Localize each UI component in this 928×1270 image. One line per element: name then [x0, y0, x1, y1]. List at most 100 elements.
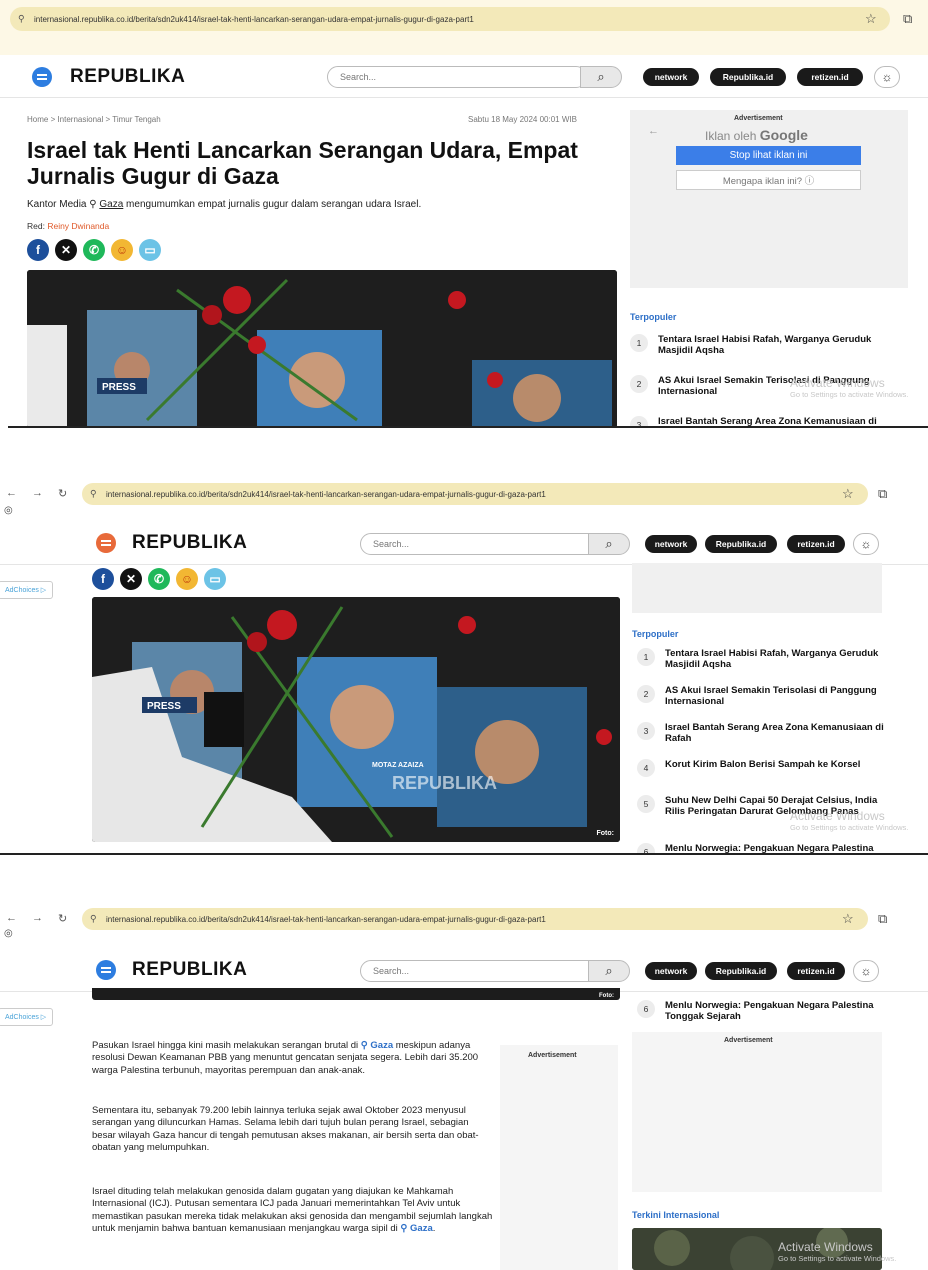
search-input[interactable]: Search...: [327, 66, 587, 88]
emoji-reaction-icon[interactable]: ☺: [176, 568, 198, 590]
address-bar[interactable]: ⚲ internasional.republika.co.id/berita/s…: [82, 908, 868, 930]
retizen-link[interactable]: retizen.id: [787, 535, 845, 553]
gaza-tag-link[interactable]: Gaza: [99, 199, 123, 210]
site-logo[interactable]: REPUBLIKA: [132, 959, 247, 981]
bookmark-star-icon[interactable]: ☆: [842, 911, 854, 927]
breadcrumb[interactable]: Home > Internasional > Timur Tengah: [27, 115, 161, 124]
back-icon[interactable]: ←: [6, 912, 17, 924]
sidebar-advertisement-box: Advertisement: [632, 1032, 882, 1192]
lead-text-end: mengumumkan empat jurnalis gugur dalam s…: [123, 199, 422, 210]
site-logo[interactable]: REPUBLIKA: [70, 66, 185, 88]
republika-id-link[interactable]: Republika.id: [705, 535, 777, 553]
retizen-link[interactable]: retizen.id: [787, 962, 845, 980]
republika-id-link[interactable]: Republika.id: [710, 68, 786, 86]
reload-icon[interactable]: ↻: [58, 912, 67, 925]
popular-title[interactable]: Israel Bantah Serang Area Zona Kemanusia…: [665, 722, 895, 744]
reload-icon[interactable]: ↻: [58, 487, 67, 500]
article-lead: Kantor Media ⚲ Gaza mengumumkan empat ju…: [27, 199, 617, 210]
paragraph-text: Pasukan Israel hingga kini masih melakuk…: [92, 1040, 361, 1051]
stop-ad-button[interactable]: Stop lihat iklan ini: [676, 146, 861, 165]
why-ad-button[interactable]: Mengapa iklan ini? ⓘ: [676, 170, 861, 190]
whatsapp-share-icon[interactable]: ✆: [148, 568, 170, 590]
theme-toggle-sun-icon[interactable]: ☼: [874, 66, 900, 88]
popular-title[interactable]: Korut Kirim Balon Berisi Sampah ke Korse…: [665, 759, 895, 770]
popular-rank: 5: [637, 795, 655, 813]
watermark-line-1: Activate Windows: [790, 809, 885, 823]
x-share-icon[interactable]: ✕: [55, 239, 77, 261]
whatsapp-share-icon[interactable]: ✆: [83, 239, 105, 261]
screenshot-panel-1: ⚲ internasional.republika.co.id/berita/s…: [0, 0, 928, 428]
popular-rank: 3: [637, 722, 655, 740]
search-button[interactable]: ⌕: [580, 66, 622, 88]
retizen-link[interactable]: retizen.id: [797, 68, 863, 86]
article-title: Israel tak Henti Lancarkan Serangan Udar…: [27, 137, 578, 189]
menu-icon[interactable]: [32, 67, 52, 87]
emoji-reaction-icon[interactable]: ☺: [111, 239, 133, 261]
google-ad-attribution: Iklan oleh Google: [705, 127, 808, 143]
paragraph-text: .: [432, 1223, 436, 1235]
inline-advertisement-box: Advertisement: [500, 1045, 618, 1270]
article-photo: PRESS: [27, 270, 617, 428]
bookmark-star-icon[interactable]: ☆: [865, 11, 877, 27]
search-button[interactable]: ⌕: [588, 960, 630, 982]
search-input[interactable]: Search...: [360, 533, 600, 555]
site-logo[interactable]: REPUBLIKA: [132, 532, 247, 554]
popular-title[interactable]: Tentara Israel Habisi Rafah, Warganya Ge…: [665, 648, 895, 670]
extensions-icon[interactable]: ⧉: [878, 486, 887, 502]
x-share-icon[interactable]: ✕: [120, 568, 142, 590]
article-paragraph: Sementara itu, sebanyak 79.200 lebih lai…: [92, 1105, 494, 1155]
comment-icon[interactable]: ▭: [204, 568, 226, 590]
comment-icon[interactable]: ▭: [139, 239, 161, 261]
site-settings-icon[interactable]: ⚲: [18, 14, 25, 25]
profile-icon[interactable]: ◎: [4, 928, 13, 939]
gaza-tag-link[interactable]: Gaza: [410, 1223, 433, 1234]
author-link[interactable]: Reiny Dwinanda: [47, 221, 109, 231]
advertisement-label: Advertisement: [724, 1037, 773, 1044]
article-paragraph: Israel dituding telah melakukan genosida…: [92, 1186, 494, 1236]
network-link[interactable]: network: [645, 962, 697, 980]
address-bar[interactable]: ⚲ internasional.republika.co.id/berita/s…: [82, 483, 868, 505]
gaza-tag-link[interactable]: Gaza: [370, 1040, 393, 1051]
adchoices-badge[interactable]: AdChoices ▷: [0, 1008, 54, 1026]
site-settings-icon[interactable]: ⚲: [90, 489, 97, 500]
theme-toggle-sun-icon[interactable]: ☼: [853, 533, 879, 555]
adchoices-badge[interactable]: AdChoices ▷: [0, 581, 54, 599]
facebook-share-icon[interactable]: f: [27, 239, 49, 261]
article-photo: PRESS REPUBLIKA MOTAZ AZAIZA Foto:: [92, 597, 620, 842]
menu-icon[interactable]: [96, 960, 116, 980]
back-icon[interactable]: ←: [6, 487, 17, 499]
search-icon: ⌕: [605, 963, 613, 978]
photo-illustration: PRESS: [27, 270, 617, 428]
google-brand: Google: [759, 127, 808, 143]
extensions-icon[interactable]: ⧉: [878, 911, 887, 927]
photo-illustration: PRESS REPUBLIKA MOTAZ AZAIZA: [92, 597, 620, 842]
menu-icon[interactable]: [96, 533, 116, 553]
screenshot-panel-2: ← → ↻ ⚲ internasional.republika.co.id/be…: [0, 475, 928, 855]
profile-icon[interactable]: ◎: [4, 505, 13, 516]
terkini-heading: Terkini Internasional: [632, 1210, 720, 1220]
popular-rank: 1: [637, 648, 655, 666]
publish-date: Sabtu 18 May 2024 00:01 WIB: [468, 115, 577, 124]
photo-credit: Foto:: [599, 993, 614, 999]
extensions-icon[interactable]: ⧉: [903, 11, 912, 27]
back-arrow-icon[interactable]: ←: [648, 125, 659, 137]
popular-title[interactable]: AS Akui Israel Semakin Terisolasi di Pan…: [665, 685, 895, 707]
address-bar-url: internasional.republika.co.id/berita/sdn…: [34, 14, 474, 24]
bookmark-star-icon[interactable]: ☆: [842, 486, 854, 502]
article-paragraph: Pasukan Israel hingga kini masih melakuk…: [92, 1040, 494, 1077]
forward-icon[interactable]: →: [32, 912, 43, 924]
facebook-share-icon[interactable]: f: [92, 568, 114, 590]
site-settings-icon[interactable]: ⚲: [90, 914, 97, 925]
search-icon: ⌕: [605, 536, 613, 551]
search-button[interactable]: ⌕: [588, 533, 630, 555]
popular-title[interactable]: Menlu Norwegia: Pengakuan Negara Palesti…: [665, 1000, 895, 1022]
panel-divider: [8, 426, 928, 428]
forward-icon[interactable]: →: [32, 487, 43, 499]
theme-toggle-sun-icon[interactable]: ☼: [853, 960, 879, 982]
popular-title[interactable]: Tentara Israel Habisi Rafah, Warganya Ge…: [658, 334, 888, 356]
search-input[interactable]: Search...: [360, 960, 600, 982]
network-link[interactable]: network: [645, 535, 697, 553]
network-link[interactable]: network: [643, 68, 699, 86]
republika-id-link[interactable]: Republika.id: [705, 962, 777, 980]
address-bar[interactable]: ⚲ internasional.republika.co.id/berita/s…: [10, 7, 890, 31]
